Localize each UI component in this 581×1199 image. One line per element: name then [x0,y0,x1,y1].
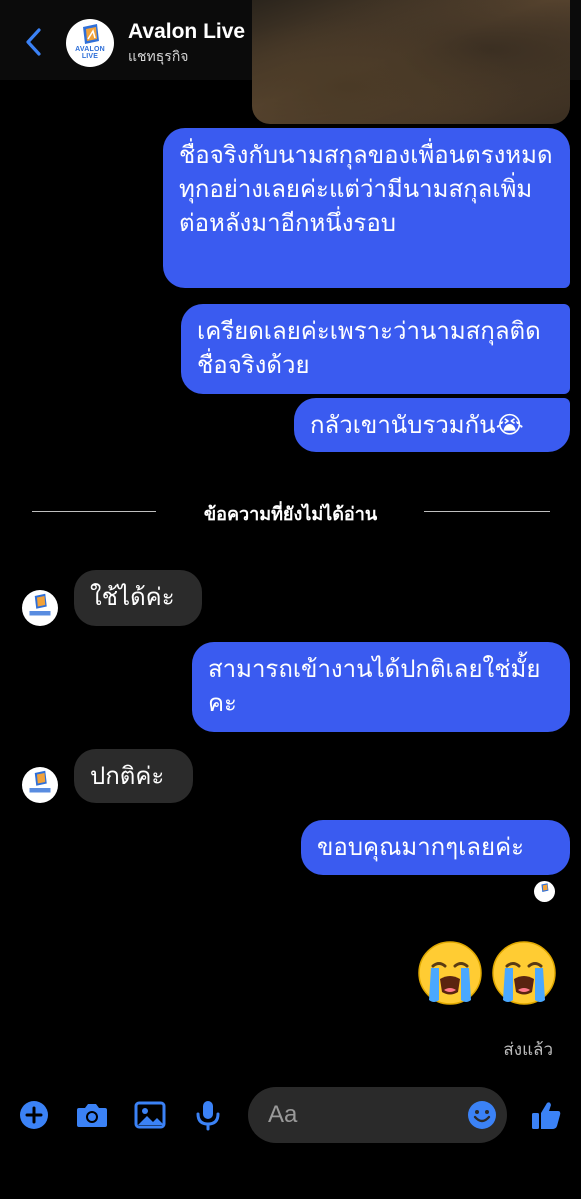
contact-avatar[interactable]: AVALON LIVE [66,19,114,67]
message-input[interactable] [268,1097,458,1133]
like-button[interactable] [528,1097,564,1133]
thumbs-up-icon [532,1102,561,1129]
back-button[interactable] [14,22,54,62]
message-composer [0,1080,581,1150]
loudly-crying-face-icon [492,941,556,1005]
message-bubble-incoming[interactable]: ปกติค่ะ [74,749,193,803]
message-bubble-outgoing[interactable]: สามารถเข้างานได้ปกติเลยใช่มั้ยคะ [192,642,570,732]
image-icon [134,1101,166,1129]
avatar-logo-text: AVALON LIVE [75,46,105,60]
message-bubble-outgoing[interactable]: กลัวเขานับรวมกัน😭 [294,398,570,452]
emoji-message[interactable] [417,940,557,1006]
message-bubble-incoming[interactable]: ใช้ได้ค่ะ [74,570,202,626]
gallery-button[interactable] [132,1097,168,1133]
sender-avatar[interactable] [22,767,58,803]
loudly-crying-face-icon [418,941,482,1005]
chevron-left-icon [26,28,41,56]
plus-button[interactable] [16,1097,52,1133]
plus-circle-icon [20,1101,48,1129]
message-bubble-outgoing[interactable]: ชื่อจริงกับนามสกุลของเพื่อนตรงหมดทุกอย่า… [163,128,570,288]
contact-subtitle: แชทธุรกิจ [128,49,189,65]
unread-divider-label: ข้อความที่ยังไม่ได้อ่าน [203,504,378,525]
chat-screen: AVALON LIVE Avalon Live แชทธุรกิจ ชื่อจร… [0,0,581,1199]
emoji-icon[interactable] [467,1100,497,1130]
camera-button[interactable] [74,1097,110,1133]
contact-name[interactable]: Avalon Live [128,20,245,44]
message-bubble-outgoing[interactable]: ขอบคุณมากๆเลยค่ะ [301,820,570,875]
voice-button[interactable] [190,1097,226,1133]
delivery-status: ส่งแล้ว [503,1040,553,1060]
message-input-container[interactable] [248,1087,507,1143]
seen-receipt-avatar [534,881,555,902]
camera-icon [77,1104,107,1127]
shared-photo-message[interactable] [252,0,570,124]
message-bubble-outgoing[interactable]: เครียดเลยค่ะเพราะว่านามสกุลติดชื่อจริงด้… [181,304,570,394]
sender-avatar[interactable] [22,590,58,626]
microphone-icon [196,1101,220,1131]
